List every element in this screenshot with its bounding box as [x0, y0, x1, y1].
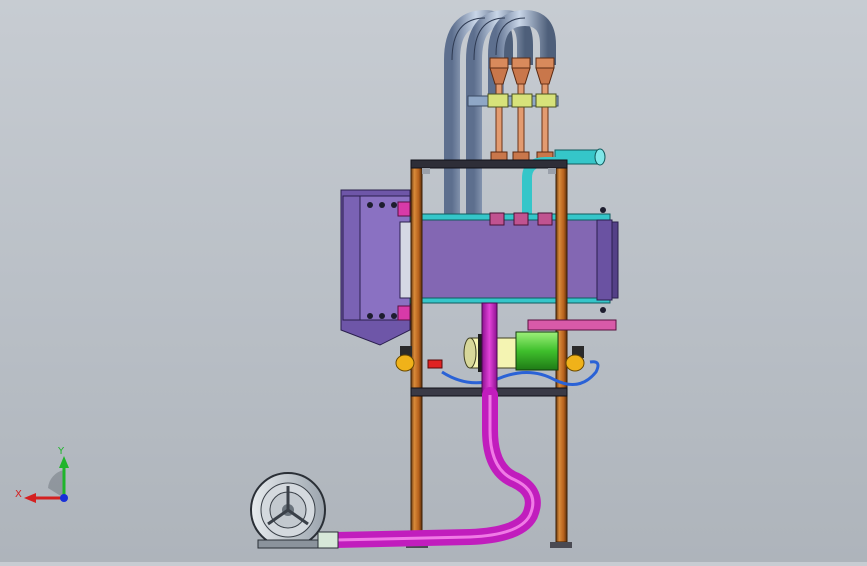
assembly-model[interactable]: Y X: [0, 0, 867, 562]
motor-assembly[interactable]: [395, 319, 617, 386]
x-axis-label: X: [15, 489, 22, 500]
triad-plane: [48, 470, 64, 498]
x-axis-head: [24, 493, 36, 503]
y-axis-head: [59, 456, 69, 468]
cad-viewport[interactable]: Y X: [0, 0, 867, 562]
y-axis-label: Y: [57, 446, 65, 457]
z-axis-dot: [60, 494, 68, 502]
axis-triad: Y X: [15, 446, 69, 503]
blower-unit[interactable]: [250, 472, 339, 549]
